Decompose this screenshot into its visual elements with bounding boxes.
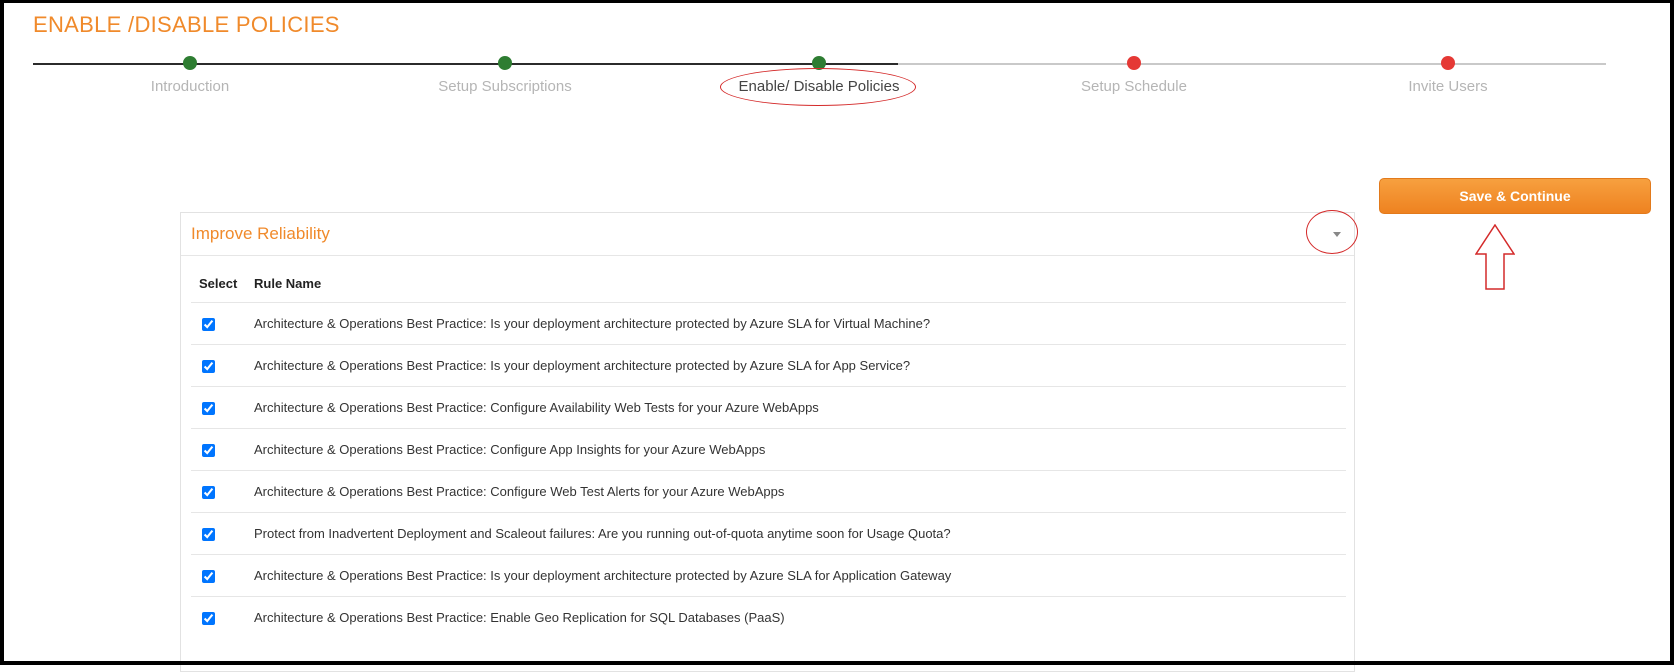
step-pending-dot [1441,56,1455,70]
rule-name: Protect from Inadvertent Deployment and … [254,512,1346,555]
page-title: ENABLE /DISABLE POLICIES [33,12,340,37]
column-header-rule-name: Rule Name [254,265,1346,303]
table-row: Architecture & Operations Best Practice:… [191,386,1346,429]
rule-name: Architecture & Operations Best Practice:… [254,610,785,625]
rule-select-checkbox[interactable] [202,360,215,374]
column-header-select: Select [191,265,254,303]
table-row: Architecture & Operations Best Practice:… [191,470,1346,513]
table-header-row: Select Rule Name [191,265,1346,303]
table-row: Architecture & Operations Best Practice:… [191,428,1346,471]
step-label: Setup Schedule [1081,78,1187,95]
rule-select-checkbox[interactable] [202,486,215,500]
save-continue-button[interactable]: Save & Continue [1379,178,1651,214]
step-complete-dot [498,56,512,70]
step-introduction[interactable]: Introduction [90,56,290,95]
table-row: Architecture & Operations Best Practice:… [191,597,1346,639]
rule-select-checkbox[interactable] [202,402,215,416]
rules-table-wrapper: Select Rule Name Architecture & Operatio… [191,265,1346,638]
highlight-oval-current-step [720,68,916,106]
rules-table: Select Rule Name Architecture & Operatio… [191,265,1346,638]
step-label: Setup Subscriptions [438,78,572,95]
up-arrow-annotation-icon [1475,224,1515,290]
step-setup-subscriptions[interactable]: Setup Subscriptions [405,56,605,95]
step-invite-users[interactable]: Invite Users [1348,56,1548,95]
rule-select-checkbox[interactable] [202,444,215,458]
table-row: Architecture & Operations Best Practice:… [191,344,1346,387]
table-row: Architecture & Operations Best Practice:… [191,302,1346,345]
rule-select-checkbox[interactable] [202,612,215,626]
table-row: Protect from Inadvertent Deployment and … [191,512,1346,555]
rule-select-checkbox[interactable] [202,570,215,584]
rule-name: Architecture & Operations Best Practice:… [254,386,1346,429]
rule-name: Architecture & Operations Best Practice:… [254,428,1346,471]
rule-name: Architecture & Operations Best Practice:… [254,302,1346,345]
step-setup-schedule[interactable]: Setup Schedule [1034,56,1234,95]
rule-name: Architecture & Operations Best Practice:… [254,470,1346,513]
step-complete-dot [183,56,197,70]
step-pending-dot [1127,56,1141,70]
rule-name: Architecture & Operations Best Practice:… [254,344,1346,387]
rule-select-checkbox[interactable] [202,528,215,542]
panel-title: Improve Reliability [191,224,330,243]
step-label: Introduction [150,78,230,95]
step-label: Invite Users [1408,78,1488,95]
rule-name: Architecture & Operations Best Practice:… [254,554,1346,597]
table-row: Architecture & Operations Best Practice:… [191,554,1346,597]
policy-panel-improve-reliability: Improve Reliability Select Rule Name Arc… [180,210,1358,672]
panel-header[interactable]: Improve Reliability [181,210,1358,256]
highlight-oval-collapse [1306,210,1358,254]
rule-select-checkbox[interactable] [202,318,215,332]
